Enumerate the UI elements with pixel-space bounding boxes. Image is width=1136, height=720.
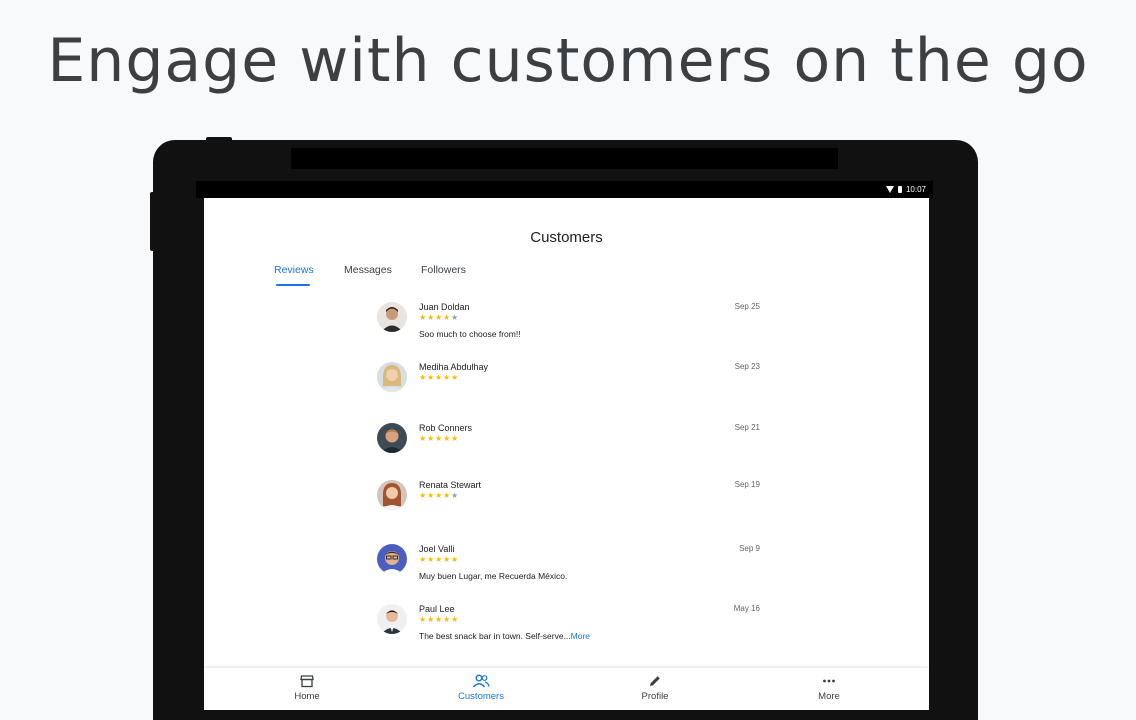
nav-more[interactable]: More xyxy=(769,673,889,702)
star-rating: ★★★★★ xyxy=(419,374,459,382)
tab-messages[interactable]: Messages xyxy=(344,264,392,276)
star-icon: ★ xyxy=(435,616,443,624)
review-date: Sep 19 xyxy=(735,480,760,489)
battery-icon xyxy=(898,186,902,193)
nav-more-label: More xyxy=(769,691,889,702)
avatar xyxy=(377,544,407,574)
star-icon: ★ xyxy=(419,492,427,500)
star-icon: ★ xyxy=(443,556,451,564)
star-icon: ★ xyxy=(451,616,459,624)
star-icon: ★ xyxy=(451,314,459,322)
review-text: The best snack bar in town. Self-serve..… xyxy=(419,631,590,641)
star-icon: ★ xyxy=(419,314,427,322)
star-icon: ★ xyxy=(443,314,451,322)
star-icon: ★ xyxy=(443,374,451,382)
star-icon: ★ xyxy=(435,314,443,322)
review-date: Sep 23 xyxy=(735,362,760,371)
wifi-icon xyxy=(886,186,894,193)
review-item[interactable]: Paul Lee May 16 ★★★★★ The best snack bar… xyxy=(376,604,760,660)
review-date: Sep 9 xyxy=(739,544,760,553)
star-icon: ★ xyxy=(451,374,459,382)
review-text: Muy buen Lugar, me Recuerda México. xyxy=(419,571,567,581)
star-icon: ★ xyxy=(427,616,435,624)
reviewer-name: Renata Stewart xyxy=(419,480,481,490)
avatar xyxy=(377,362,407,392)
reviewer-name: Paul Lee xyxy=(419,604,455,614)
star-icon: ★ xyxy=(435,492,443,500)
star-icon: ★ xyxy=(451,435,459,443)
more-link[interactable]: More xyxy=(571,631,590,641)
review-item[interactable]: Juan Doldan Sep 25 ★★★★★ Soo much to cho… xyxy=(376,302,760,358)
nav-profile[interactable]: Profile xyxy=(595,673,715,702)
star-icon: ★ xyxy=(427,314,435,322)
pencil-icon xyxy=(648,674,662,688)
avatar xyxy=(377,480,407,510)
reviewer-name: Rob Conners xyxy=(419,423,472,433)
reviewer-name: Juan Doldan xyxy=(419,302,470,312)
star-icon: ★ xyxy=(443,492,451,500)
nav-home[interactable]: Home xyxy=(247,673,367,702)
nav-customers-label: Customers xyxy=(421,691,541,702)
nav-home-label: Home xyxy=(247,691,367,702)
review-item[interactable]: Mediha Abdulhay Sep 23 ★★★★★ xyxy=(376,362,760,418)
star-icon: ★ xyxy=(419,435,427,443)
star-icon: ★ xyxy=(435,435,443,443)
star-rating: ★★★★★ xyxy=(419,616,459,624)
star-icon: ★ xyxy=(451,492,459,500)
tab-indicator xyxy=(276,284,310,286)
tab-reviews[interactable]: Reviews xyxy=(274,264,314,276)
star-rating: ★★★★★ xyxy=(419,314,459,322)
headline: Engage with customers on the go xyxy=(0,26,1136,96)
nav-customers[interactable]: Customers xyxy=(421,673,541,702)
review-date: May 16 xyxy=(734,604,760,613)
star-rating: ★★★★★ xyxy=(419,435,459,443)
tab-followers[interactable]: Followers xyxy=(421,264,466,276)
tablet-bezel-bar xyxy=(291,148,838,169)
star-icon: ★ xyxy=(435,556,443,564)
review-text: Soo much to choose from!! xyxy=(419,329,521,339)
nav-profile-label: Profile xyxy=(595,691,715,702)
more-horiz-icon xyxy=(822,674,836,688)
review-item[interactable]: Joel Valli Sep 9 ★★★★★ Muy buen Lugar, m… xyxy=(376,544,760,600)
avatar xyxy=(377,302,407,332)
bottom-navigation: Home Customers Profile More xyxy=(204,668,929,710)
status-time: 10:07 xyxy=(906,185,926,194)
review-item[interactable]: Renata Stewart Sep 19 ★★★★★ xyxy=(376,480,760,536)
page-title: Customers xyxy=(204,229,929,246)
reviewer-name: Mediha Abdulhay xyxy=(419,362,488,372)
star-icon: ★ xyxy=(427,374,435,382)
storefront-icon xyxy=(300,674,314,688)
star-icon: ★ xyxy=(451,556,459,564)
star-icon: ★ xyxy=(427,435,435,443)
star-icon: ★ xyxy=(419,556,427,564)
review-date: Sep 25 xyxy=(735,302,760,311)
people-icon xyxy=(472,674,490,688)
avatar xyxy=(377,423,407,453)
star-icon: ★ xyxy=(443,616,451,624)
app-screen: Customers Reviews Messages Followers Jua… xyxy=(204,198,929,710)
review-item[interactable]: Rob Conners Sep 21 ★★★★★ xyxy=(376,423,760,479)
star-rating: ★★★★★ xyxy=(419,556,459,564)
review-text-body: The best snack bar in town. Self-serve..… xyxy=(419,631,571,641)
star-icon: ★ xyxy=(427,492,435,500)
star-rating: ★★★★★ xyxy=(419,492,459,500)
star-icon: ★ xyxy=(419,374,427,382)
review-date: Sep 21 xyxy=(735,423,760,432)
avatar xyxy=(377,604,407,634)
star-icon: ★ xyxy=(435,374,443,382)
star-icon: ★ xyxy=(419,616,427,624)
status-bar: 10:07 xyxy=(196,181,933,198)
star-icon: ★ xyxy=(443,435,451,443)
star-icon: ★ xyxy=(427,556,435,564)
reviewer-name: Joel Valli xyxy=(419,544,454,554)
